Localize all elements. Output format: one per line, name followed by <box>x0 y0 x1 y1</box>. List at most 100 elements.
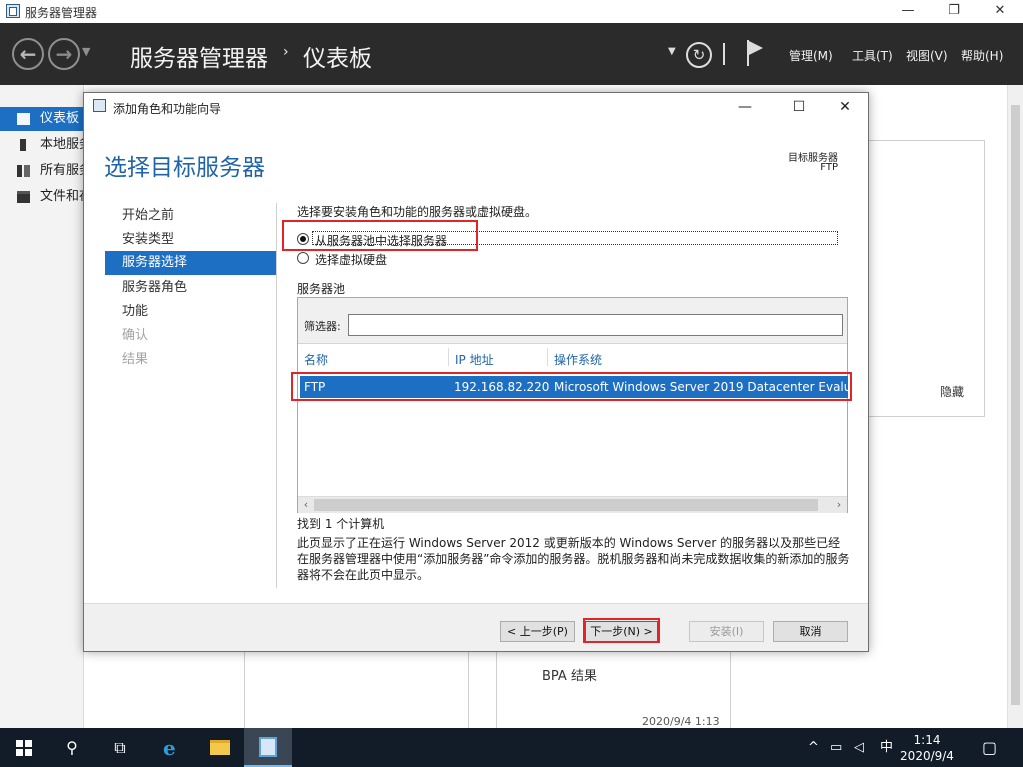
annotation-highlight-row <box>291 372 852 401</box>
app-header: ← → ▼ 服务器管理器 › 仪表板 ▼ ↻ 管理(M) 工具(T) 视图(V)… <box>0 23 1023 85</box>
windows-logo-icon <box>16 740 32 756</box>
wizard-maximize-button[interactable]: ☐ <box>784 96 814 118</box>
sidebar-item-label: 仪表板 <box>40 111 80 126</box>
add-roles-wizard: 添加角色和功能向导 — ☐ ✕ 选择目标服务器 目标服务器 FTP 开始之前 安… <box>83 92 869 652</box>
main-scrollbar-thumb[interactable] <box>1011 105 1020 705</box>
network-icon[interactable]: ▭ <box>830 728 842 767</box>
window-title: 服务器管理器 <box>25 6 98 20</box>
file-explorer-icon <box>210 740 230 755</box>
breadcrumb-root: 服务器管理器 <box>130 46 268 72</box>
sidebar-item-label: 所有服务器 <box>40 163 84 178</box>
sidebar-item-file-storage[interactable]: 文件和存储服务 <box>0 185 84 209</box>
filter-area: 筛选器: <box>298 298 847 344</box>
destination-server-value: FTP <box>820 162 838 173</box>
folder-icon <box>17 191 30 203</box>
menu-manage[interactable]: 管理(M) <box>789 47 833 64</box>
step-features[interactable]: 功能 <box>105 300 276 324</box>
wizard-titlebar: 添加角色和功能向导 — ☐ ✕ <box>84 93 868 121</box>
forward-button[interactable]: → <box>48 38 80 70</box>
annotation-highlight-option <box>282 220 478 251</box>
window-titlebar: 服务器管理器 — ❐ ✕ <box>0 0 1023 23</box>
description-text: 此页显示了正在运行 Windows Server 2012 或更新版本的 Win… <box>297 536 850 582</box>
server-manager-icon <box>6 4 20 18</box>
wizard-minimize-button[interactable]: — <box>730 96 760 118</box>
step-server-roles[interactable]: 服务器角色 <box>105 276 276 300</box>
step-confirmation: 确认 <box>122 328 149 343</box>
notifications-flag-icon[interactable] <box>745 40 765 66</box>
step-before-you-begin[interactable]: 开始之前 <box>105 204 276 228</box>
minimize-button[interactable]: — <box>885 0 931 23</box>
breadcrumb-page: 仪表板 <box>303 46 372 72</box>
bpa-results-label[interactable]: BPA 结果 <box>542 665 597 684</box>
page-title: 选择目标服务器 <box>104 155 265 181</box>
menu-view[interactable]: 视图(V) <box>906 47 948 64</box>
step-installation-type[interactable]: 安装类型 <box>105 228 276 252</box>
server-pool-title: 服务器池 <box>297 282 346 296</box>
sidebar-item-label: 本地服务器 <box>40 137 84 152</box>
internet-explorer-icon: e <box>163 736 176 760</box>
column-header-os[interactable]: 操作系统 <box>554 351 602 368</box>
step-server-selection[interactable]: 服务器选择 <box>105 251 276 275</box>
header-divider <box>723 43 725 65</box>
radio-label-virtual-disk[interactable]: 选择虚拟硬盘 <box>315 251 387 268</box>
sidebar-item-label: 文件和存储服务 <box>40 189 84 204</box>
sidebar-item-all-servers[interactable]: 所有服务器 <box>0 159 84 183</box>
start-button[interactable] <box>0 728 48 767</box>
clock-time: 1:14 <box>913 733 941 747</box>
volume-icon[interactable]: ◁ <box>854 728 864 767</box>
wizard-icon <box>93 99 106 112</box>
horizontal-scrollbar[interactable]: ‹ › <box>298 496 847 513</box>
system-clock[interactable]: 1:14 2020/9/4 <box>892 732 962 764</box>
close-button[interactable]: ✕ <box>977 0 1023 23</box>
history-dropdown-icon[interactable]: ▼ <box>82 45 90 58</box>
hide-link[interactable]: 隐藏 <box>940 383 964 400</box>
steps-divider <box>276 203 277 588</box>
sidebar-item-local-server[interactable]: 本地服务器 <box>0 133 84 157</box>
install-button: 安装(I) <box>689 621 764 642</box>
tile-timestamp: 2020/9/4 1:13 <box>642 715 720 728</box>
wizard-footer: < 上一步(P) 下一步(N) > 安装(I) 取消 <box>84 603 868 651</box>
servers-icon <box>17 165 30 177</box>
scroll-left-icon[interactable]: ‹ <box>298 497 314 513</box>
column-header-name[interactable]: 名称 <box>304 351 328 368</box>
intro-text: 选择要安装角色和功能的服务器或虚拟硬盘。 <box>297 205 538 219</box>
tray-expand-icon[interactable]: ^ <box>808 728 819 767</box>
action-center-icon[interactable]: ▢ <box>982 728 997 767</box>
column-separator[interactable] <box>448 348 449 366</box>
radio-button-unchecked[interactable] <box>297 252 309 264</box>
taskbar: ⚲ ⧉ e ^ ▭ ◁ 中 1:14 2020/9/4 ▢ <box>0 728 1023 767</box>
maximize-button[interactable]: ❐ <box>931 0 977 23</box>
column-separator[interactable] <box>547 348 548 366</box>
taskbar-ie[interactable]: e <box>148 728 196 767</box>
column-header-ip[interactable]: IP 地址 <box>455 351 494 368</box>
breadcrumb-separator: › <box>283 44 289 60</box>
main-scrollbar[interactable] <box>1007 85 1023 728</box>
back-button[interactable]: ← <box>12 38 44 70</box>
task-view-button[interactable]: ⧉ <box>96 728 144 767</box>
server-icon <box>20 139 26 151</box>
refresh-icon[interactable]: ↻ <box>686 42 712 68</box>
wizard-close-button[interactable]: ✕ <box>830 96 860 118</box>
wizard-title: 添加角色和功能向导 <box>113 102 222 116</box>
scrollbar-thumb[interactable] <box>314 499 818 511</box>
menu-help[interactable]: 帮助(H) <box>961 47 1003 64</box>
search-button[interactable]: ⚲ <box>48 728 96 767</box>
sidebar-item-dashboard[interactable]: 仪表板 <box>0 107 84 131</box>
previous-button[interactable]: < 上一步(P) <box>500 621 575 642</box>
scroll-right-icon[interactable]: › <box>831 497 847 513</box>
dashboard-grid-icon <box>17 113 30 125</box>
search-icon: ⚲ <box>66 738 78 757</box>
welcome-panel: 隐藏 <box>868 140 985 417</box>
annotation-highlight-next <box>583 618 660 643</box>
sidebar: 仪表板 本地服务器 所有服务器 文件和存储服务 <box>0 85 84 728</box>
dashboard-tile-right: BPA 结果 2020/9/4 1:13 <box>496 640 731 728</box>
taskbar-file-explorer[interactable] <box>196 728 244 767</box>
step-results: 结果 <box>122 352 149 367</box>
menu-tools[interactable]: 工具(T) <box>852 47 893 64</box>
filter-input[interactable] <box>348 314 843 336</box>
cancel-button[interactable]: 取消 <box>773 621 848 642</box>
refresh-dropdown-icon[interactable]: ▼ <box>668 46 676 57</box>
server-manager-icon <box>259 737 277 757</box>
taskbar-server-manager[interactable] <box>244 728 292 767</box>
filter-label: 筛选器: <box>304 320 341 333</box>
